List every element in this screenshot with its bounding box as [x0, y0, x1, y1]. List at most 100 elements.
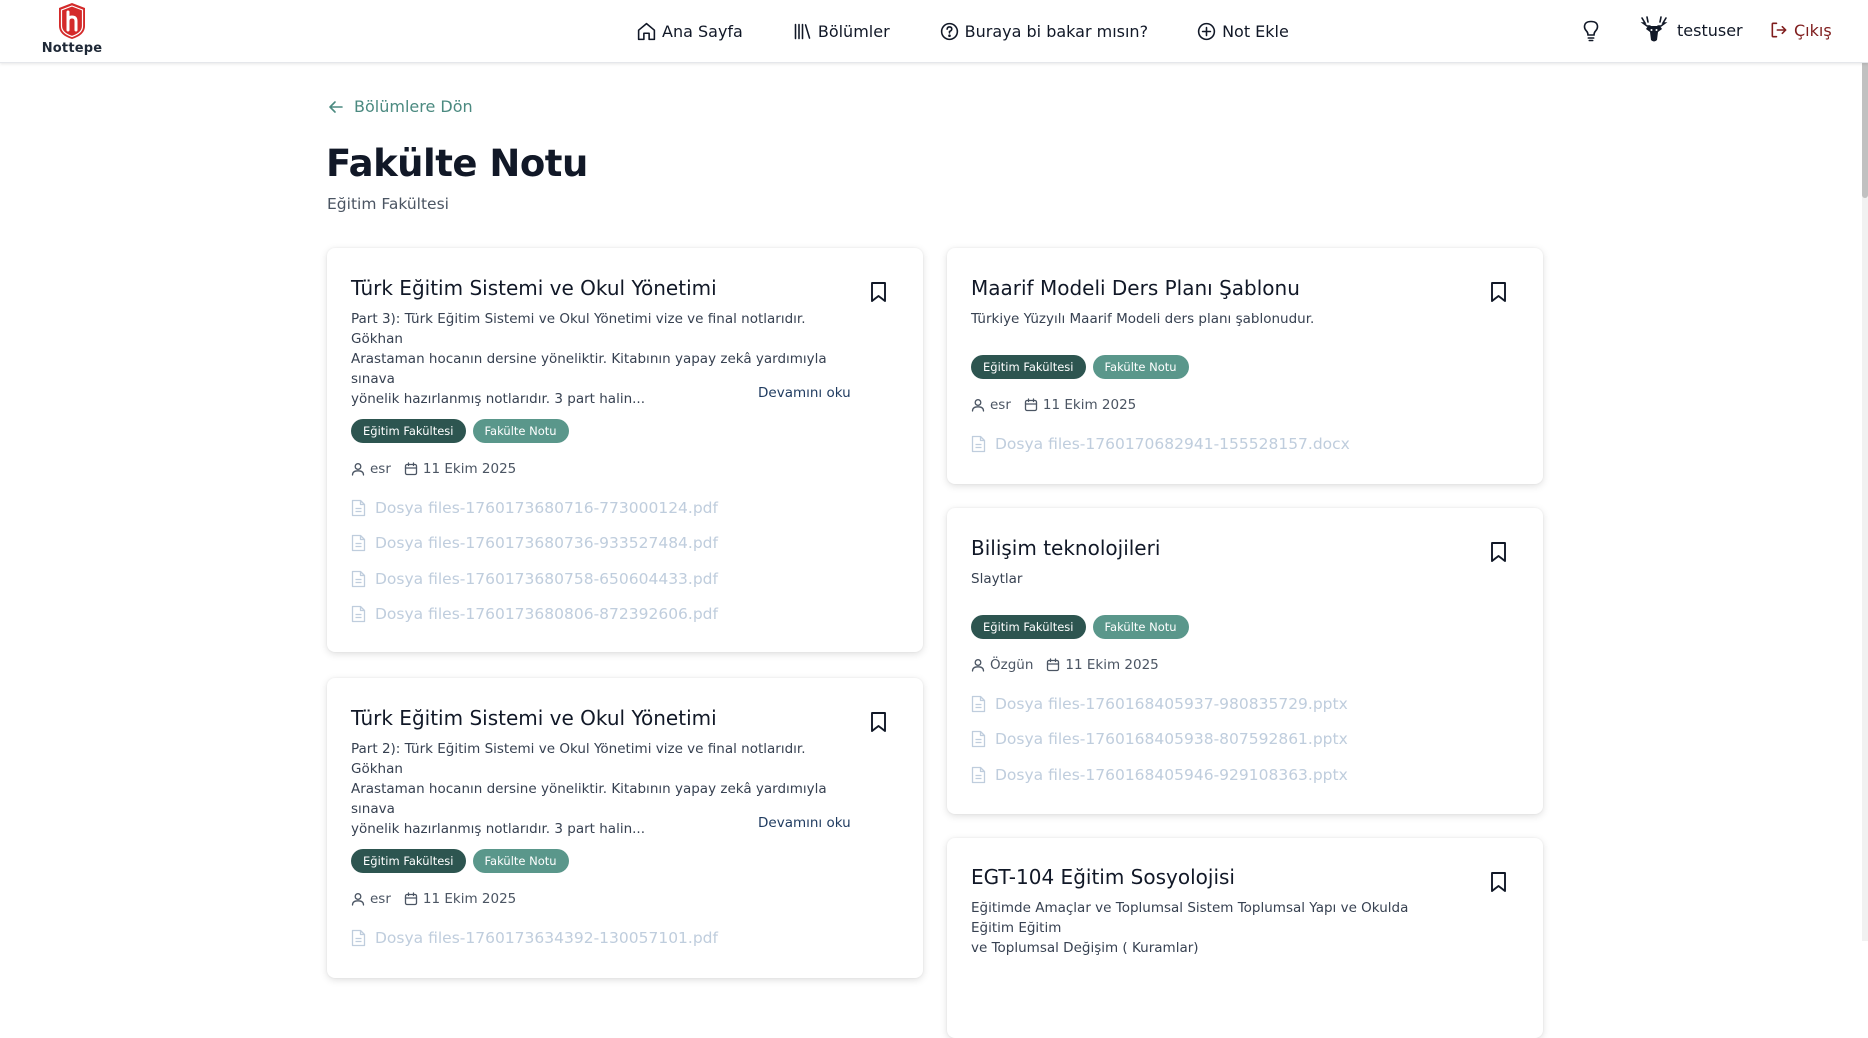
tag-list: Eğitim Fakültesi Fakülte Notu [351, 849, 569, 873]
author-name: esr [370, 891, 391, 907]
file-link[interactable]: Dosya files-1760173680806-872392606.pdf [351, 597, 718, 633]
file-icon [971, 766, 986, 783]
calendar-icon [1047, 658, 1060, 672]
read-more-link[interactable]: Devamını oku [758, 815, 851, 831]
description-line: Part 3): Türk Eğitim Sistemi ve Okul Yön… [351, 311, 806, 347]
nav-departments-label: Bölümler [817, 22, 890, 41]
file-link[interactable]: Dosya files-1760168405938-807592861.pptx [971, 722, 1348, 758]
file-icon [971, 435, 986, 452]
file-list: Dosya files-1760168405937-980835729.pptx… [971, 686, 1348, 793]
faculty-tag[interactable]: Eğitim Fakültesi [351, 849, 466, 873]
top-navbar: Nottepe Ana Sayfa Bölümler Buraya bi bak… [0, 0, 1868, 63]
note-card[interactable]: Bilişim teknolojileri Slaytlar Eğitim Fa… [947, 508, 1543, 814]
file-link[interactable]: Dosya files-1760173680758-650604433.pdf [351, 561, 718, 597]
logout-icon [1771, 22, 1787, 38]
home-icon [637, 22, 656, 41]
nav-home[interactable]: Ana Sayfa [636, 21, 743, 42]
file-link[interactable]: Dosya files-1760168405937-980835729.pptx [971, 686, 1348, 722]
faculty-tag[interactable]: Eğitim Fakültesi [351, 419, 466, 443]
category-tag[interactable]: Fakülte Notu [472, 849, 569, 873]
username: testuser [1677, 20, 1743, 40]
page-scrollbar[interactable] [1862, 0, 1868, 941]
file-icon [971, 731, 986, 748]
file-name: Dosya files-1760173680758-650604433.pdf [375, 569, 718, 588]
faculty-tag[interactable]: Eğitim Fakültesi [971, 615, 1086, 639]
note-title[interactable]: Türk Eğitim Sistemi ve Okul Yönetimi [351, 706, 717, 730]
read-more-link[interactable]: Devamını oku [758, 385, 851, 401]
file-name: Dosya files-1760168405946-929108363.pptx [995, 765, 1348, 784]
note-title[interactable]: Maarif Modeli Ders Planı Şablonu [971, 276, 1300, 300]
user-icon [971, 399, 985, 412]
bookmark-icon[interactable] [1490, 871, 1507, 893]
file-link[interactable]: Dosya files-1760168405946-929108363.pptx [971, 757, 1348, 793]
note-card[interactable]: Maarif Modeli Ders Planı Şablonu Türkiye… [947, 248, 1543, 484]
hacettepe-logo-icon [59, 3, 85, 39]
description-line: Eğitimde Amaçlar ve Toplumsal Sistem Top… [971, 900, 1409, 936]
file-link[interactable]: Dosya files-1760170682941-155528157.docx [971, 426, 1350, 462]
author-name: Özgün [990, 657, 1034, 673]
note-meta: esr 11 Ekim 2025 [351, 891, 516, 907]
note-meta: esr 11 Ekim 2025 [351, 461, 516, 477]
file-name: Dosya files-1760170682941-155528157.docx [995, 434, 1350, 453]
back-to-departments-link[interactable]: Bölümlere Dön [328, 97, 473, 116]
tag-list: Eğitim Fakültesi Fakülte Notu [351, 419, 569, 443]
help-circle-icon [940, 22, 958, 41]
note-card[interactable]: Türk Eğitim Sistemi ve Okul Yönetimi Par… [327, 248, 923, 652]
bookmark-icon[interactable] [1490, 541, 1507, 563]
description-line: Part 2): Türk Eğitim Sistemi ve Okul Yön… [351, 741, 806, 777]
note-description: Türkiye Yüzyılı Maarif Modeli ders planı… [971, 309, 1451, 329]
faculty-tag[interactable]: Eğitim Fakültesi [971, 355, 1086, 379]
file-icon [351, 570, 366, 587]
description-line: Arastaman hocanın dersine yöneliktir. Ki… [351, 351, 827, 387]
note-card[interactable]: Türk Eğitim Sistemi ve Okul Yönetimi Par… [327, 678, 923, 978]
arrow-left-icon [329, 100, 343, 113]
file-icon [351, 929, 366, 946]
file-icon [351, 535, 366, 552]
description-line: Slaytlar [971, 571, 1023, 587]
category-tag[interactable]: Fakülte Notu [1092, 615, 1189, 639]
file-name: Dosya files-1760173680716-773000124.pdf [375, 498, 718, 517]
note-title[interactable]: Bilişim teknolojileri [971, 536, 1160, 560]
user-menu[interactable]: testuser [1639, 15, 1743, 45]
file-icon [351, 606, 366, 623]
description-line: Türkiye Yüzyılı Maarif Modeli ders planı… [971, 311, 1315, 327]
note-title[interactable]: Türk Eğitim Sistemi ve Okul Yönetimi [351, 276, 717, 300]
file-name: Dosya files-1760173680806-872392606.pdf [375, 605, 718, 624]
category-tag[interactable]: Fakülte Notu [472, 419, 569, 443]
note-date: 11 Ekim 2025 [1065, 657, 1159, 673]
nav-home-label: Ana Sayfa [662, 22, 743, 41]
nav-look-here[interactable]: Buraya bi bakar mısın? [939, 21, 1148, 42]
logout-button[interactable]: Çıkış [1769, 20, 1832, 40]
note-date: 11 Ekim 2025 [422, 891, 517, 907]
nav-departments[interactable]: Bölümler [792, 21, 890, 42]
nav-add-note[interactable]: Not Ekle [1196, 21, 1289, 42]
logout-label: Çıkış [1794, 20, 1832, 40]
note-card[interactable]: EGT-104 Eğitim Sosyolojisi Eğitimde Amaç… [947, 838, 1543, 1038]
note-description: Slaytlar [971, 569, 1451, 589]
user-icon [351, 893, 365, 906]
bookmark-icon[interactable] [1490, 281, 1507, 303]
main-nav: Ana Sayfa Bölümler Buraya bi bakar mısın… [636, 0, 1289, 63]
bookmark-icon[interactable] [870, 711, 887, 733]
file-link[interactable]: Dosya files-1760173634392-130057101.pdf [351, 920, 718, 956]
file-link[interactable]: Dosya files-1760173680736-933527484.pdf [351, 526, 718, 562]
brand-logo-link[interactable]: Nottepe [42, 2, 102, 56]
note-title[interactable]: EGT-104 Eğitim Sosyolojisi [971, 865, 1235, 889]
bookmark-icon[interactable] [870, 281, 887, 303]
file-list: Dosya files-1760173634392-130057101.pdf [351, 920, 718, 956]
date-wrap: 11 Ekim 2025 [1024, 397, 1136, 413]
file-list: Dosya files-1760170682941-155528157.docx [971, 426, 1350, 462]
library-icon [794, 23, 811, 40]
user-icon [971, 659, 985, 672]
file-name: Dosya files-1760173680736-933527484.pdf [375, 534, 718, 553]
description-line: Arastaman hocanın dersine yöneliktir. Ki… [351, 781, 827, 817]
date-wrap: 11 Ekim 2025 [1046, 657, 1159, 673]
file-name: Dosya files-1760168405937-980835729.pptx [995, 694, 1348, 713]
category-tag[interactable]: Fakülte Notu [1092, 355, 1189, 379]
file-link[interactable]: Dosya files-1760173680716-773000124.pdf [351, 490, 718, 526]
tag-list: Eğitim Fakültesi Fakülte Notu [971, 615, 1189, 639]
date-wrap: 11 Ekim 2025 [404, 891, 516, 907]
user-icon [351, 463, 365, 476]
lightbulb-icon[interactable] [1582, 20, 1600, 42]
note-date: 11 Ekim 2025 [422, 461, 517, 477]
